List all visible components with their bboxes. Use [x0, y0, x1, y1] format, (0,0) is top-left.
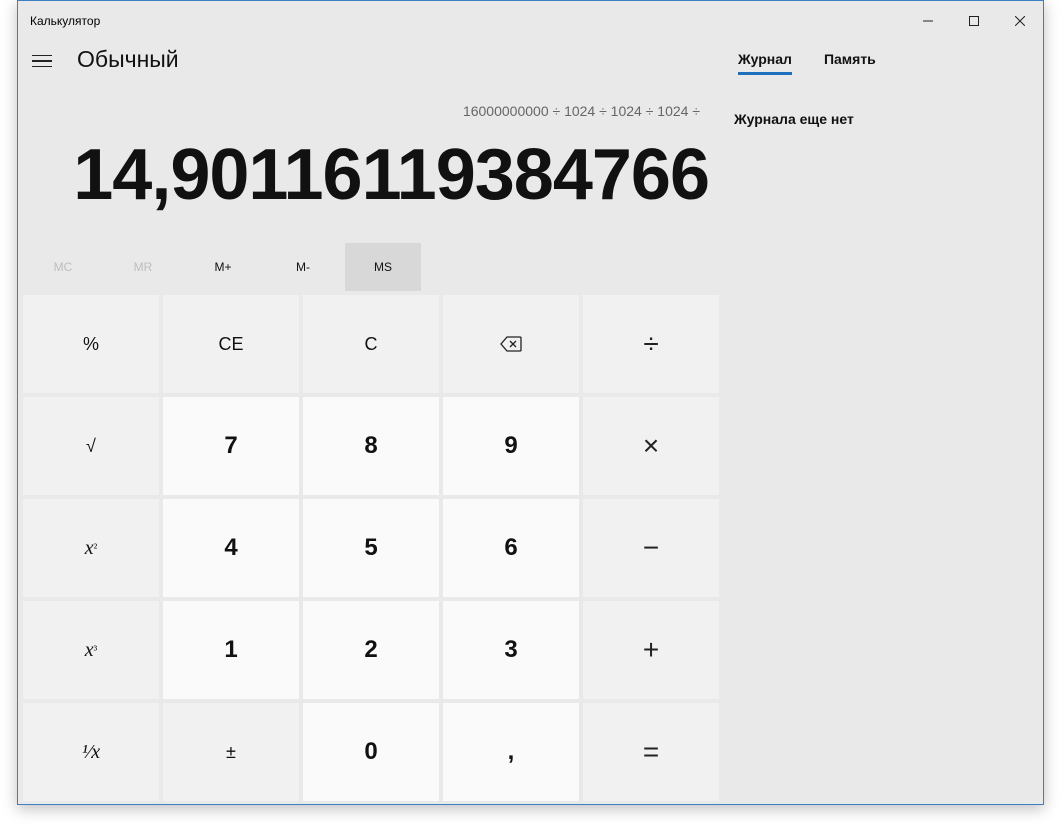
clear-button[interactable]: C	[303, 295, 439, 393]
calculator-window: Калькулятор Обычный 16000000000 ÷ 1024 ÷…	[17, 0, 1044, 805]
memory-store-button[interactable]: MS	[345, 243, 421, 291]
memory-clear-button[interactable]: MC	[23, 243, 103, 291]
title-bar[interactable]: Калькулятор	[18, 1, 1043, 41]
keypad: % CE C ÷ √ 7 8 9 × x² 4 5 6 − x³ 1 2 3 +…	[23, 295, 719, 801]
reciprocal-button[interactable]: ¹⁄x	[23, 703, 159, 801]
backspace-icon	[500, 336, 522, 352]
memory-row: MC MR M+ M- MS	[23, 243, 423, 291]
close-button[interactable]	[997, 1, 1043, 41]
digit-9-button[interactable]: 9	[443, 397, 579, 495]
digit-2-button[interactable]: 2	[303, 601, 439, 699]
digit-5-button[interactable]: 5	[303, 499, 439, 597]
maximize-icon	[969, 16, 979, 26]
history-empty-message: Журнала еще нет	[734, 111, 854, 127]
hamburger-menu-icon[interactable]	[30, 49, 54, 73]
clear-entry-button[interactable]: CE	[163, 295, 299, 393]
square-exponent: ²	[93, 540, 98, 555]
tab-history[interactable]: Журнал	[738, 51, 792, 75]
equals-button[interactable]: =	[583, 703, 719, 801]
digit-7-button[interactable]: 7	[163, 397, 299, 495]
subtract-button[interactable]: −	[583, 499, 719, 597]
cube-button[interactable]: x³	[23, 601, 159, 699]
backspace-button[interactable]	[443, 295, 579, 393]
square-button[interactable]: x²	[23, 499, 159, 597]
window-title: Калькулятор	[30, 14, 101, 28]
divide-button[interactable]: ÷	[583, 295, 719, 393]
percent-button[interactable]: %	[23, 295, 159, 393]
mode-title: Обычный	[77, 46, 179, 72]
square-root-button[interactable]: √	[23, 397, 159, 495]
digit-3-button[interactable]: 3	[443, 601, 579, 699]
maximize-button[interactable]	[951, 1, 997, 41]
digit-6-button[interactable]: 6	[443, 499, 579, 597]
memory-subtract-button[interactable]: M-	[263, 243, 343, 291]
cube-exponent: ³	[93, 642, 98, 657]
memory-recall-button[interactable]: MR	[103, 243, 183, 291]
negate-button[interactable]: ±	[163, 703, 299, 801]
window-controls	[905, 1, 1043, 41]
sidebar-tabs: Журнал Память	[738, 51, 876, 75]
minimize-button[interactable]	[905, 1, 951, 41]
digit-8-button[interactable]: 8	[303, 397, 439, 495]
square-base: x	[84, 536, 94, 559]
digit-4-button[interactable]: 4	[163, 499, 299, 597]
cube-base: x	[84, 638, 94, 661]
result-display: 14,90116119384766	[73, 135, 710, 215]
tab-memory[interactable]: Память	[824, 51, 876, 75]
multiply-button[interactable]: ×	[583, 397, 719, 495]
digit-0-button[interactable]: 0	[303, 703, 439, 801]
memory-add-button[interactable]: M+	[183, 243, 263, 291]
close-icon	[1015, 16, 1025, 26]
digit-1-button[interactable]: 1	[163, 601, 299, 699]
expression-display: 16000000000 ÷ 1024 ÷ 1024 ÷ 1024 ÷	[462, 103, 700, 119]
minimize-icon	[923, 20, 933, 22]
add-button[interactable]: +	[583, 601, 719, 699]
decimal-button[interactable]: ,	[443, 703, 579, 801]
